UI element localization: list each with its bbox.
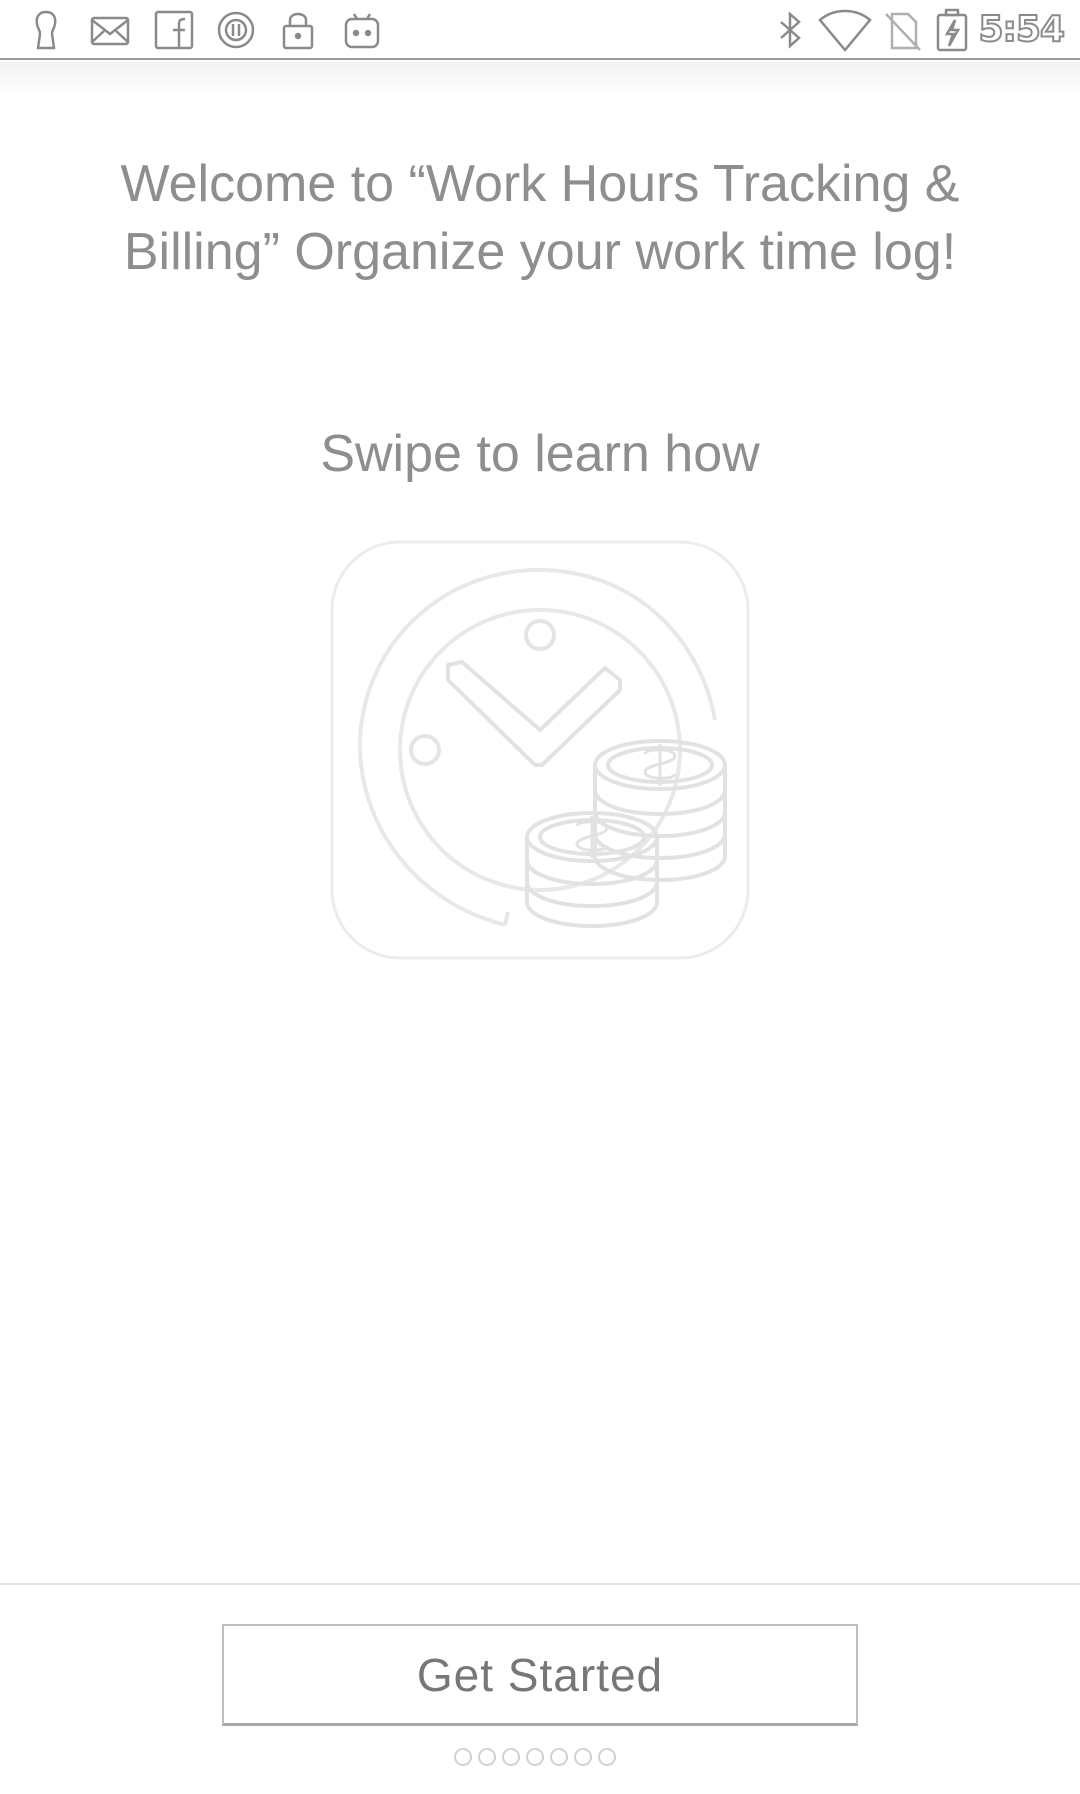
onboarding-screen: 5:54 Welcome to “Work Hours Tracking & B… — [0, 0, 1080, 1794]
status-clock: 5:54 — [977, 8, 1066, 51]
page-dot — [574, 1748, 592, 1766]
circle-pause-icon — [214, 8, 258, 52]
keyhole-icon — [24, 8, 68, 52]
status-bar-shadow — [0, 62, 1080, 98]
bluetooth-icon — [768, 8, 812, 52]
page-dot — [598, 1748, 616, 1766]
mail-icon — [88, 8, 132, 52]
wifi-icon — [818, 8, 872, 52]
no-sim-icon — [880, 8, 924, 52]
android-icon — [340, 8, 384, 52]
battery-charging-icon — [934, 8, 970, 52]
page-dot — [454, 1748, 472, 1766]
swipe-hint: Swipe to learn how — [320, 425, 760, 483]
page-dot — [526, 1748, 544, 1766]
welcome-text: Welcome to “Work Hours Tracking & Billin… — [120, 155, 960, 281]
facebook-icon — [152, 8, 196, 52]
footer-divider — [0, 1583, 1080, 1585]
page-dot — [550, 1748, 568, 1766]
clock-coins-icon — [330, 540, 750, 960]
lock-icon — [276, 8, 320, 52]
page-indicator — [454, 1748, 616, 1768]
status-bar: 5:54 — [0, 0, 1080, 60]
page-dot — [478, 1748, 496, 1766]
page-dot — [502, 1748, 520, 1766]
get-started-button[interactable]: Get Started — [222, 1624, 858, 1726]
